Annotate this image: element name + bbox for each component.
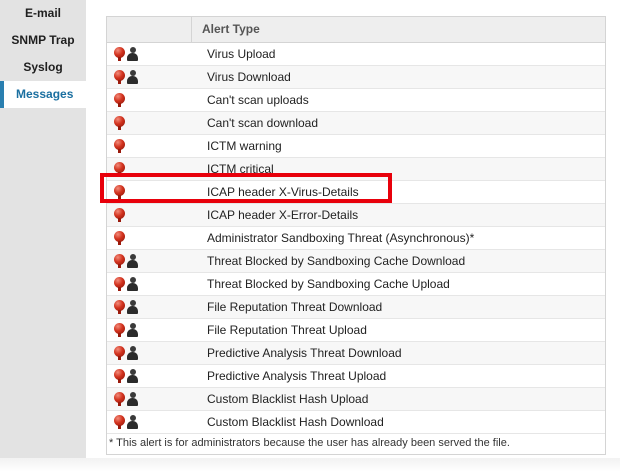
row-alert-type: Threat Blocked by Sandboxing Cache Downl… [207,254,466,268]
admin-icon [113,70,126,84]
footnote: * This alert is for administrators becau… [107,434,605,454]
admin-icon [113,139,126,153]
table-row[interactable]: ICTM critical [107,158,605,181]
admin-icon [113,208,126,222]
user-icon [127,392,138,406]
screenshot-shadow-edge [0,458,620,472]
user-icon [127,415,138,429]
row-recipient-icons [107,158,197,180]
table-row[interactable]: Custom Blacklist Hash Download [107,411,605,434]
admin-icon [113,369,126,383]
row-recipient-icons [107,66,197,88]
row-recipient-icons [107,89,197,111]
admin-icon [113,254,126,268]
admin-icon [113,162,126,176]
nav-item-email[interactable]: E-mail [0,0,86,27]
user-icon [127,300,138,314]
row-alert-type: File Reputation Threat Download [207,300,383,314]
row-recipient-icons [107,204,197,226]
sidebar-nav: E-mail SNMP Trap Syslog Messages [0,0,86,458]
row-recipient-icons [107,227,197,249]
row-recipient-icons [107,250,197,272]
admin-icon [113,277,126,291]
table-row[interactable]: Can't scan uploads [107,89,605,112]
table-row[interactable]: ICAP header X-Virus-Details [107,181,605,204]
row-alert-type: ICAP header X-Virus-Details [207,185,359,199]
row-alert-type: Threat Blocked by Sandboxing Cache Uploa… [207,277,450,291]
row-recipient-icons [107,411,197,433]
row-recipient-icons [107,43,197,65]
row-alert-type: Predictive Analysis Threat Download [207,346,402,360]
admin-icon [113,116,126,130]
row-recipient-icons [107,273,197,295]
user-icon [127,277,138,291]
row-recipient-icons [107,112,197,134]
header-alert-type[interactable]: Alert Type [192,17,605,42]
table-body: Virus Upload Virus Download Can't scan upl… [107,43,605,434]
table-header: Alert Type [107,17,605,43]
nav-item-syslog[interactable]: Syslog [0,54,86,81]
row-recipient-icons [107,365,197,387]
row-alert-type: ICAP header X-Error-Details [207,208,359,222]
table-row[interactable]: ICTM warning [107,135,605,158]
row-alert-type: Can't scan download [207,116,319,130]
row-recipient-icons [107,135,197,157]
table-row[interactable]: Custom Blacklist Hash Upload [107,388,605,411]
row-recipient-icons [107,319,197,341]
row-alert-type: Administrator Sandboxing Threat (Asynchr… [207,231,475,245]
row-alert-type: Custom Blacklist Hash Download [207,415,384,429]
table-row[interactable]: Predictive Analysis Threat Download [107,342,605,365]
user-icon [127,369,138,383]
user-icon [127,346,138,360]
admin-icon [113,231,126,245]
row-alert-type: Predictive Analysis Threat Upload [207,369,387,383]
table-row[interactable]: File Reputation Threat Download [107,296,605,319]
admin-icon [113,300,126,314]
table-row[interactable]: Can't scan download [107,112,605,135]
table-row[interactable]: Virus Download [107,66,605,89]
table-row[interactable]: Predictive Analysis Threat Upload [107,365,605,388]
row-alert-type: Virus Download [207,70,291,84]
admin-icon [113,323,126,337]
row-alert-type: Virus Upload [207,47,276,61]
nav-item-snmp-trap[interactable]: SNMP Trap [0,27,86,54]
row-recipient-icons [107,296,197,318]
admin-icon [113,346,126,360]
admin-icon [113,392,126,406]
row-alert-type: Custom Blacklist Hash Upload [207,392,369,406]
row-alert-type: ICTM critical [207,162,274,176]
user-icon [127,70,138,84]
user-icon [127,323,138,337]
row-recipient-icons [107,342,197,364]
admin-icon [113,185,126,199]
table-row[interactable]: File Reputation Threat Upload [107,319,605,342]
alerts-table: Alert Type Virus Upload Virus Download Can… [106,16,606,455]
table-row[interactable]: Threat Blocked by Sandboxing Cache Uploa… [107,273,605,296]
table-row[interactable]: ICAP header X-Error-Details [107,204,605,227]
admin-icon [113,415,126,429]
row-alert-type: Can't scan uploads [207,93,309,107]
table-row[interactable]: Virus Upload [107,43,605,66]
row-recipient-icons [107,181,197,203]
nav-item-messages[interactable]: Messages [0,81,86,108]
row-alert-type: ICTM warning [207,139,282,153]
user-icon [127,254,138,268]
row-alert-type: File Reputation Threat Upload [207,323,367,337]
table-row[interactable]: Administrator Sandboxing Threat (Asynchr… [107,227,605,250]
admin-icon [113,93,126,107]
user-icon [127,47,138,61]
header-icon-column [107,17,192,42]
row-recipient-icons [107,388,197,410]
admin-icon [113,47,126,61]
table-row[interactable]: Threat Blocked by Sandboxing Cache Downl… [107,250,605,273]
